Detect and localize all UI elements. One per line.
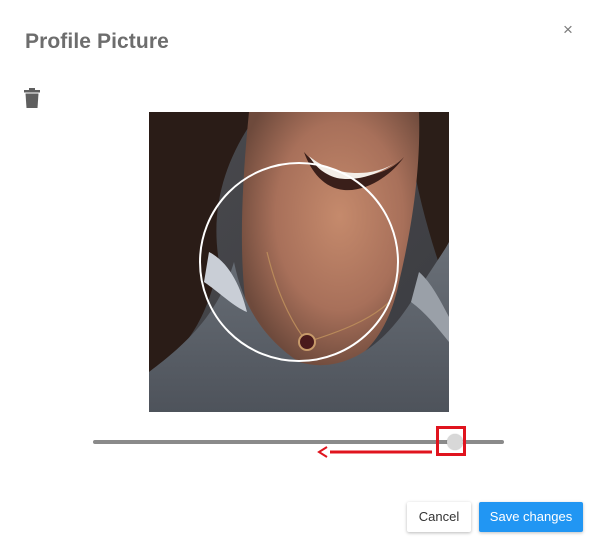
profile-photo-crop-area[interactable]: [149, 112, 449, 412]
left-arrow-icon: [317, 446, 432, 458]
profile-picture-dialog: Profile Picture × Cancel Save changes: [0, 0, 598, 545]
delete-photo-button[interactable]: [24, 88, 40, 108]
annotation-highlight-box: [436, 426, 466, 456]
close-button[interactable]: ×: [559, 20, 577, 40]
dialog-title: Profile Picture: [25, 30, 169, 53]
profile-photo: [149, 112, 449, 412]
save-changes-button[interactable]: Save changes: [479, 502, 583, 532]
cancel-button[interactable]: Cancel: [407, 502, 471, 532]
annotation-arrow: [316, 444, 432, 465]
trash-icon: [24, 88, 40, 108]
